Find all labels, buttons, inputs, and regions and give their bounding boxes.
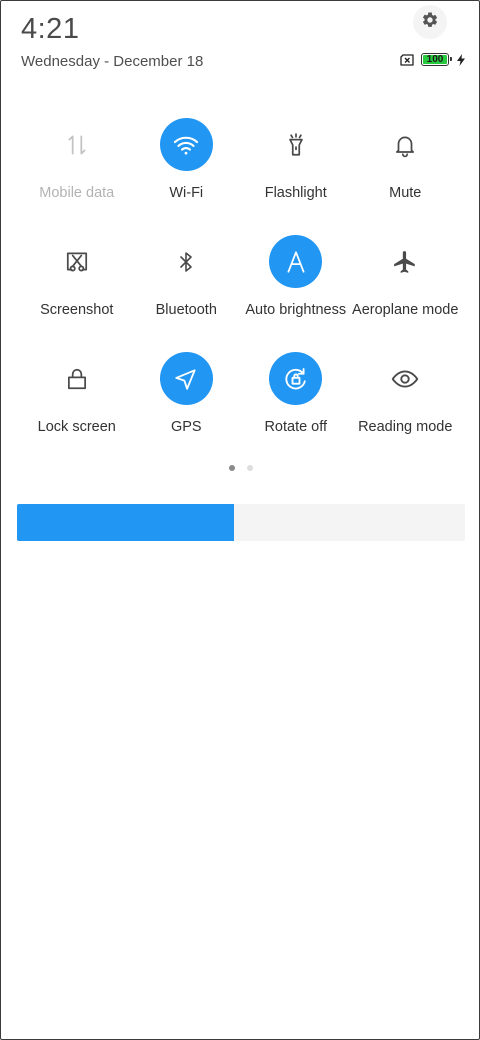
date: Wednesday - December 18 [21,53,204,70]
battery-level: 100 [426,53,444,65]
tile-gps[interactable]: GPS [132,352,242,469]
brightness-slider-fill [17,504,235,541]
quick-settings-panel: 4:21 Wednesday - December 18 100 Mobile … [0,0,480,1040]
tile-label: Lock screen [37,419,116,435]
page-dot [229,465,235,471]
tile-label: Mute [389,185,422,201]
bluetooth-icon [174,250,198,274]
tile-lock-screen[interactable]: Lock screen [22,352,132,469]
tile-toggle-rotate-off[interactable] [269,352,323,405]
tile-bluetooth[interactable]: Bluetooth [132,235,242,352]
lock-icon [64,366,90,392]
tile-toggle-mute[interactable] [379,118,432,171]
tile-label: GPS [170,419,202,435]
tile-mobile-data[interactable]: Mobile data [22,118,132,235]
screenshot-icon [64,249,90,275]
eye-icon [391,365,419,393]
tile-auto-brightness[interactable]: Auto brightness [241,235,351,352]
brightness-slider[interactable] [17,504,465,541]
auto-brightness-icon [283,249,309,275]
tile-toggle-auto-brightness[interactable] [269,235,323,288]
tile-wi-fi[interactable]: Wi-Fi [132,118,242,235]
tile-label: Bluetooth [155,302,217,318]
sim-missing-icon [399,53,415,66]
tile-mute[interactable]: Mute [351,118,461,235]
tile-toggle-mobile-data[interactable] [50,118,103,171]
page-dot [247,465,253,471]
tile-reading-mode[interactable]: Reading mode [351,352,461,469]
tile-label: Aeroplane mode [352,302,459,318]
tile-rotate-off[interactable]: Rotate off [241,352,351,469]
tile-label: Mobile data [39,185,115,201]
rotate-lock-icon [282,365,310,393]
tile-label: Auto brightness [245,302,347,318]
tile-aeroplane-mode[interactable]: Aeroplane mode [351,235,461,352]
tile-toggle-wi-fi[interactable] [159,118,213,171]
tile-toggle-reading-mode[interactable] [379,352,432,405]
mobile-data-icon [64,132,90,158]
page-indicator [1,465,479,471]
navigation-arrow-icon [173,366,199,392]
tile-label: Rotate off [264,419,328,435]
wifi-icon [172,131,200,159]
gear-icon [421,11,439,34]
clock: 4:21 [21,13,80,45]
tile-label: Screenshot [40,302,114,318]
tile-label: Wi-Fi [169,185,204,201]
flashlight-icon [283,132,309,158]
tile-toggle-gps[interactable] [159,352,213,405]
tile-toggle-screenshot[interactable] [50,235,103,288]
tile-label: Reading mode [358,419,453,435]
tile-screenshot[interactable]: Screenshot [22,235,132,352]
tile-toggle-bluetooth[interactable] [160,235,213,288]
status-icons: 100 [399,53,465,66]
quick-tiles-grid: Mobile data Wi-Fi Flashlight Mute Screenshot… [22,118,460,469]
tile-flashlight[interactable]: Flashlight [241,118,351,235]
battery-icon: 100 [421,53,452,66]
tile-label: Flashlight [264,185,327,201]
tile-toggle-aeroplane-mode[interactable] [379,235,432,288]
tile-toggle-flashlight[interactable] [269,118,322,171]
settings-button[interactable] [413,5,447,39]
bell-icon [392,132,418,158]
charging-icon [457,53,465,66]
tile-toggle-lock-screen[interactable] [50,352,103,405]
airplane-icon [392,249,418,275]
